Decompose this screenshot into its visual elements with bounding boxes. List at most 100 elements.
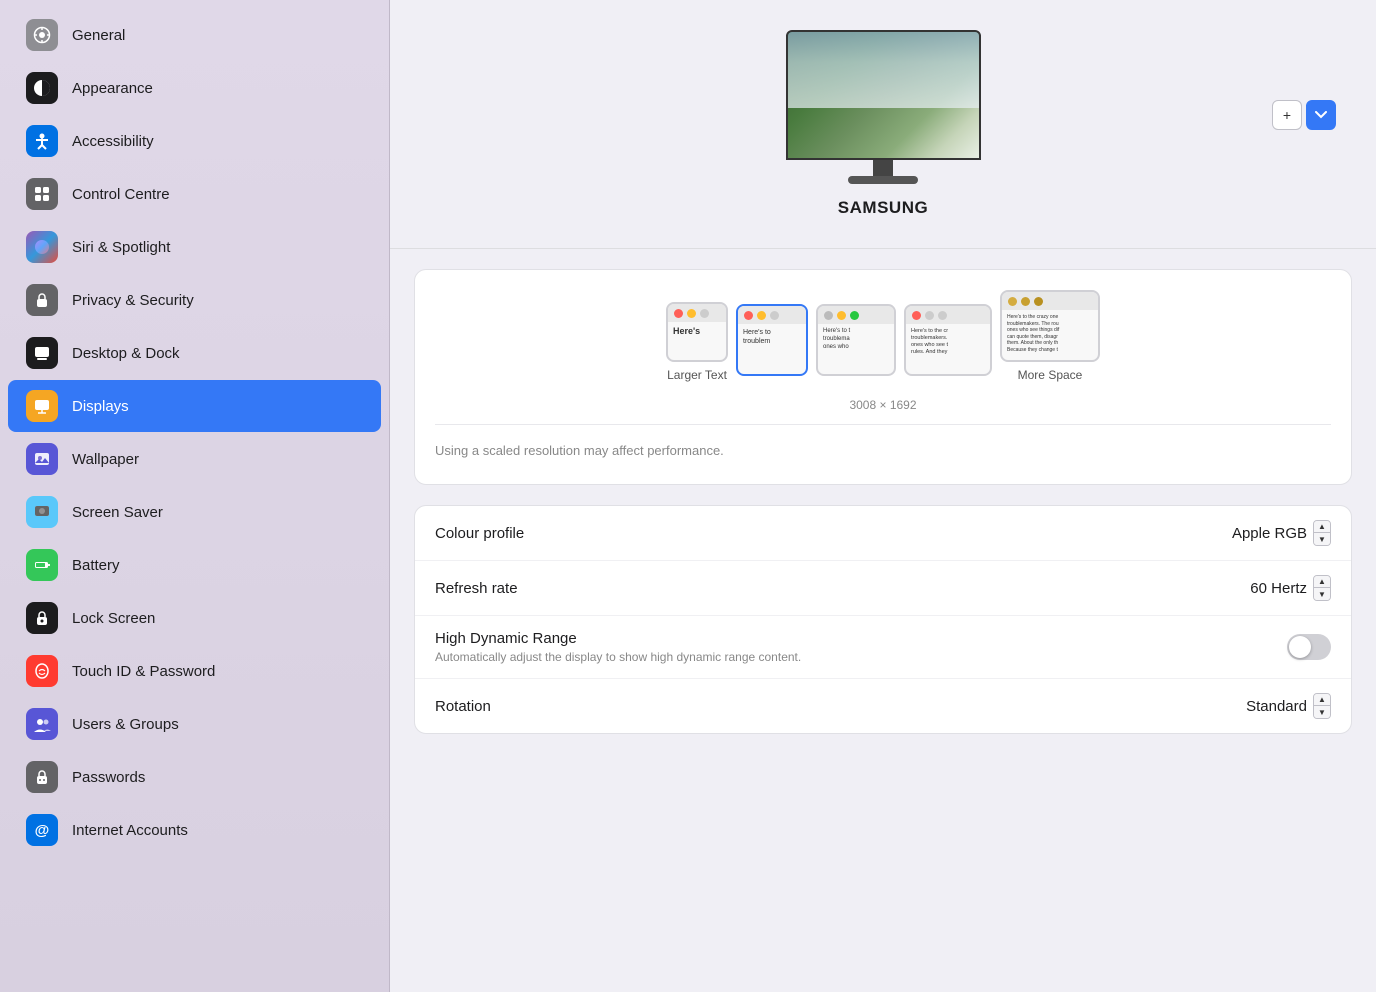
dot-yellow [687, 309, 696, 318]
dot-gray-sm1a [925, 311, 934, 320]
siri-spotlight-icon [26, 231, 58, 263]
resolution-divider [435, 424, 1331, 425]
colour-profile-stepper[interactable]: ▲ ▼ [1313, 520, 1331, 546]
users-groups-icon [26, 708, 58, 740]
settings-row-colour-profile: Colour profile Apple RGB ▲ ▼ [415, 506, 1351, 561]
screen-saver-icon [26, 496, 58, 528]
battery-icon [26, 549, 58, 581]
settings-row-right-hdr[interactable] [1287, 634, 1331, 660]
settings-section: Colour profile Apple RGB ▲ ▼ Refresh rat… [414, 505, 1352, 734]
sidebar-item-siri-spotlight[interactable]: Siri & Spotlight [8, 221, 381, 273]
sidebar-item-passwords[interactable]: Passwords [8, 751, 381, 803]
colour-profile-value: Apple RGB [1232, 525, 1307, 542]
passwords-icon [26, 761, 58, 793]
siri-spotlight-label: Siri & Spotlight [72, 239, 170, 256]
dot-gray-sel [770, 311, 779, 320]
resolution-thumbnails: Here's Larger Text Here's totroublem [435, 290, 1331, 382]
settings-row-right-refresh[interactable]: 60 Hertz ▲ ▼ [1250, 575, 1331, 601]
hdr-subtitle: Automatically adjust the display to show… [435, 650, 801, 664]
dot-yellow-d [837, 311, 846, 320]
thumb-content-default: Here's to ttroublemaones who [818, 324, 894, 355]
thumb-box-larger-text: Here's [666, 302, 728, 362]
sidebar-item-users-groups[interactable]: Users & Groups [8, 698, 381, 750]
display-menu-button[interactable] [1306, 100, 1336, 130]
hdr-title: High Dynamic Range [435, 630, 801, 647]
refresh-rate-value: 60 Hertz [1250, 580, 1307, 597]
sidebar-item-screen-saver[interactable]: Screen Saver [8, 486, 381, 538]
touch-id-label: Touch ID & Password [72, 663, 215, 680]
stepper-down-colour[interactable]: ▼ [1314, 533, 1330, 545]
thumb-box-smaller1: Here's to the crtroublemakers.ones who s… [904, 304, 992, 376]
res-thumb-selected[interactable]: Here's totroublem [736, 304, 808, 382]
sidebar-item-appearance[interactable]: Appearance [8, 62, 381, 114]
thumb-content-sm1: Here's to the crtroublemakers.ones who s… [906, 324, 990, 361]
thumb-content-larger: Here's [668, 322, 726, 342]
res-thumb-more-space[interactable]: Here's to the crazy onetroublemakers. Th… [1000, 290, 1100, 382]
sidebar-item-displays[interactable]: Displays [8, 380, 381, 432]
appearance-icon [26, 72, 58, 104]
res-thumb-default[interactable]: Here's to ttroublemaones who [816, 304, 896, 382]
sidebar-item-accessibility[interactable]: Accessibility [8, 115, 381, 167]
settings-row-right-rotation[interactable]: Standard ▲ ▼ [1246, 693, 1331, 719]
add-display-button[interactable]: + [1272, 100, 1302, 130]
dot-gold3-ms [1034, 297, 1043, 306]
stepper-up-colour[interactable]: ▲ [1314, 521, 1330, 533]
hdr-toggle[interactable] [1287, 634, 1331, 660]
refresh-rate-stepper[interactable]: ▲ ▼ [1313, 575, 1331, 601]
touch-id-icon [26, 655, 58, 687]
monitor-screen [788, 32, 979, 158]
settings-row-left-colour: Colour profile [435, 525, 524, 542]
monitor-stand-base [848, 176, 918, 184]
wallpaper-icon [26, 443, 58, 475]
appearance-label: Appearance [72, 80, 153, 97]
sidebar-item-control-centre[interactable]: Control Centre [8, 168, 381, 220]
settings-row-rotation: Rotation Standard ▲ ▼ [415, 679, 1351, 733]
battery-label: Battery [72, 557, 120, 574]
sidebar-item-battery[interactable]: Battery [8, 539, 381, 591]
stepper-down-refresh[interactable]: ▼ [1314, 588, 1330, 600]
resolution-section: Here's Larger Text Here's totroublem [414, 269, 1352, 485]
res-thumb-larger-text[interactable]: Here's Larger Text [666, 302, 728, 382]
thumb-box-default: Here's to ttroublemaones who [816, 304, 896, 376]
displays-icon [26, 390, 58, 422]
thumb-box-more-space: Here's to the crazy onetroublemakers. Th… [1000, 290, 1100, 362]
sidebar-item-touch-id[interactable]: Touch ID & Password [8, 645, 381, 697]
accessibility-icon [26, 125, 58, 157]
sidebar-item-privacy-security[interactable]: Privacy & Security [8, 274, 381, 326]
thumb-label-larger: Larger Text [667, 368, 727, 382]
thumb-traffic-sm1 [906, 306, 990, 324]
dot-gold2-ms [1021, 297, 1030, 306]
desktop-dock-icon [26, 337, 58, 369]
stepper-up-rotation[interactable]: ▲ [1314, 694, 1330, 706]
monitor-container [786, 30, 981, 184]
users-groups-label: Users & Groups [72, 716, 179, 733]
sidebar: General Appearance Accessibility Control Ce… [0, 0, 390, 992]
dot-gray [700, 309, 709, 318]
settings-row-left-hdr: High Dynamic Range Automatically adjust … [435, 630, 801, 664]
thumb-label-ms: More Space [1018, 368, 1083, 382]
display-top-section: SAMSUNG + [390, 0, 1376, 249]
stepper-up-refresh[interactable]: ▲ [1314, 576, 1330, 588]
res-thumb-smaller1[interactable]: Here's to the crtroublemakers.ones who s… [904, 304, 992, 382]
internet-accounts-icon: @ [26, 814, 58, 846]
stepper-down-rotation[interactable]: ▼ [1314, 706, 1330, 718]
accessibility-label: Accessibility [72, 133, 154, 150]
thumb-traffic-ms [1002, 292, 1098, 310]
sidebar-item-desktop-dock[interactable]: Desktop & Dock [8, 327, 381, 379]
thumb-traffic-selected [738, 306, 806, 324]
settings-row-hdr: High Dynamic Range Automatically adjust … [415, 616, 1351, 679]
dot-red-sel [744, 311, 753, 320]
control-centre-label: Control Centre [72, 186, 170, 203]
sidebar-item-internet-accounts[interactable]: @ Internet Accounts [8, 804, 381, 856]
sidebar-item-wallpaper[interactable]: Wallpaper [8, 433, 381, 485]
sidebar-item-lock-screen[interactable]: Lock Screen [8, 592, 381, 644]
internet-accounts-label: Internet Accounts [72, 822, 188, 839]
settings-row-right-colour[interactable]: Apple RGB ▲ ▼ [1232, 520, 1331, 546]
lock-screen-label: Lock Screen [72, 610, 155, 627]
lock-screen-icon [26, 602, 58, 634]
sidebar-item-general[interactable]: General [8, 9, 381, 61]
refresh-rate-title: Refresh rate [435, 580, 518, 597]
rotation-stepper[interactable]: ▲ ▼ [1313, 693, 1331, 719]
display-controls: + [1272, 100, 1336, 130]
thumb-box-selected: Here's totroublem [736, 304, 808, 376]
